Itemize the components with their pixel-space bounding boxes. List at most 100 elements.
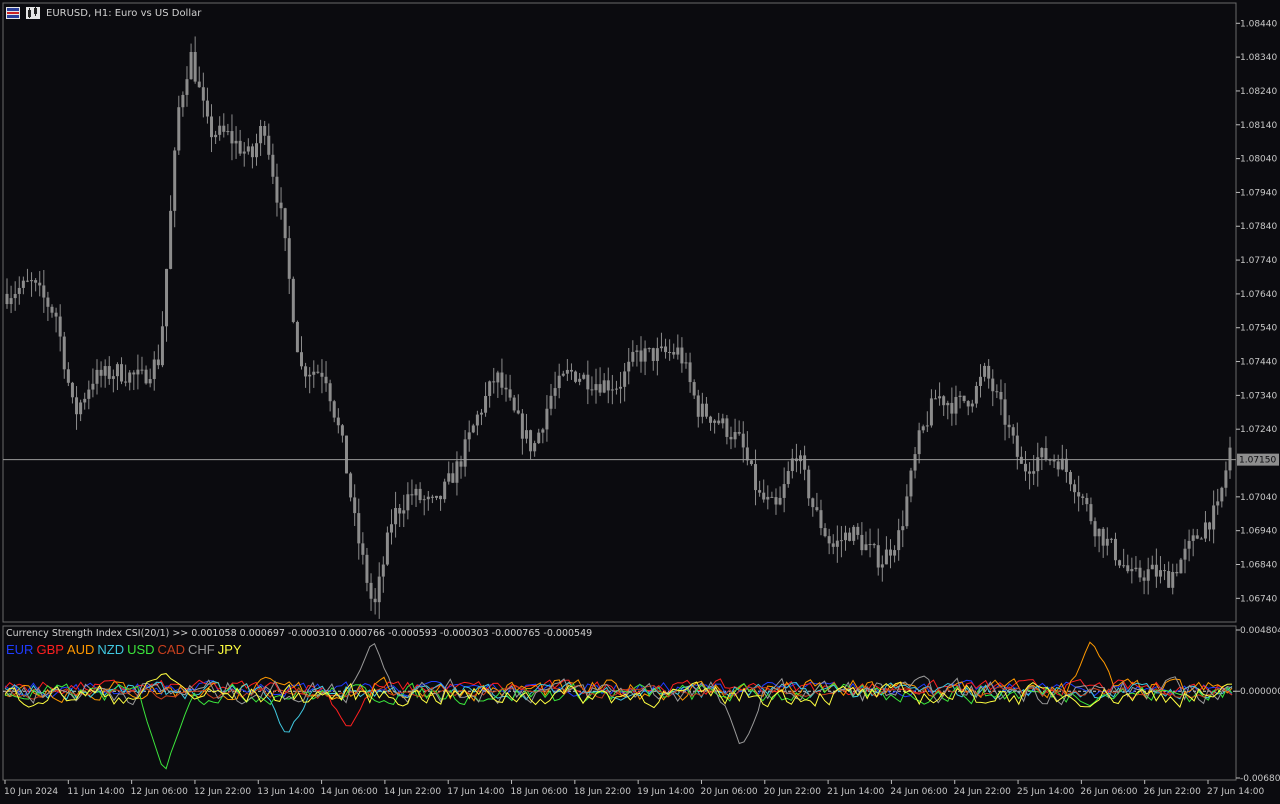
candle-body — [488, 381, 492, 396]
candle-body — [659, 346, 663, 349]
candle-body — [312, 371, 316, 375]
candle-body — [574, 371, 578, 382]
candle-body — [87, 389, 91, 399]
candle-body — [680, 347, 684, 364]
legend-item-chf: CHF — [188, 642, 215, 657]
y-tick-label: 1.07540 — [1240, 324, 1277, 334]
csi-y-tick-label: -0.006805 — [1240, 774, 1280, 784]
candle-body — [136, 369, 140, 375]
y-tick-label: 1.06940 — [1240, 527, 1277, 537]
candle-body — [541, 429, 545, 433]
candle-body — [128, 372, 132, 383]
candle-body — [1097, 528, 1101, 537]
candle-body — [414, 488, 418, 496]
x-tick-label: 18 Jun 06:00 — [511, 787, 568, 797]
candle-body — [754, 464, 758, 491]
candle-body — [152, 359, 156, 380]
candle-body — [1187, 540, 1191, 549]
candle-body — [99, 369, 103, 376]
candle-body — [500, 372, 504, 388]
candle-body — [790, 458, 794, 472]
candle-body — [1142, 577, 1146, 581]
candle-body — [91, 383, 95, 390]
candle-body — [688, 362, 692, 383]
chart-canvas[interactable]: 1.085401.084401.083401.082401.081401.080… — [0, 0, 1280, 800]
candle-body — [835, 540, 839, 547]
candle-body — [340, 425, 344, 436]
candle-body — [1118, 560, 1122, 566]
candle-body — [62, 336, 66, 370]
candle-body — [173, 150, 177, 211]
candle-body — [758, 490, 762, 493]
candle-body — [156, 359, 160, 366]
candle-body — [115, 364, 119, 377]
candle-body — [668, 352, 672, 354]
x-tick-label: 26 Jun 22:00 — [1144, 787, 1201, 797]
candle-body — [46, 297, 50, 307]
candle-body — [66, 369, 70, 383]
candle-body — [991, 378, 995, 392]
candle-body — [308, 374, 312, 377]
candle-body — [868, 544, 872, 546]
candle-body — [398, 508, 402, 514]
candle-body — [1228, 447, 1232, 471]
candle-body — [958, 395, 962, 397]
candle-body — [300, 352, 304, 367]
y-tick-label: 1.08140 — [1240, 121, 1277, 131]
candle-body — [749, 460, 753, 465]
x-tick-label: 20 Jun 22:00 — [764, 787, 821, 797]
candle-body — [197, 81, 201, 88]
candle-body — [844, 532, 848, 541]
chart-window[interactable]: 1.085401.084401.083401.082401.081401.080… — [0, 0, 1280, 800]
candle-body — [250, 146, 254, 158]
candle-body — [925, 425, 929, 427]
candle-body — [1040, 448, 1044, 458]
candle-body — [880, 564, 884, 568]
x-tick-label: 27 Jun 14:00 — [1207, 787, 1264, 797]
candle-body — [582, 374, 586, 379]
y-tick-label: 1.07640 — [1240, 290, 1277, 300]
candle-body — [639, 350, 643, 362]
candle-body — [95, 369, 99, 384]
legend-item-aud: AUD — [66, 642, 95, 657]
candle-body — [75, 397, 79, 415]
candle-body — [160, 326, 164, 366]
candle-body — [479, 412, 483, 415]
x-tick-label: 14 Jun 22:00 — [384, 787, 441, 797]
candle-body — [430, 496, 434, 498]
x-tick-label: 11 Jun 14:00 — [67, 787, 124, 797]
candle-body — [1081, 496, 1085, 498]
candle-body — [177, 107, 181, 151]
candle-body — [762, 492, 766, 500]
y-tick-label: 1.08040 — [1240, 155, 1277, 165]
y-tick-label: 1.07940 — [1240, 188, 1277, 198]
candle-body — [234, 140, 238, 144]
candle-body — [54, 312, 58, 317]
candle-body — [361, 543, 365, 555]
candle-body — [9, 298, 13, 305]
candle-body — [721, 418, 725, 424]
candle-body — [324, 376, 328, 384]
candle-body — [181, 94, 185, 108]
candle-body — [455, 461, 459, 483]
candle-body — [1195, 535, 1199, 539]
candle-body — [132, 372, 136, 375]
candle-body — [807, 469, 811, 499]
candle-body — [418, 488, 422, 501]
candle-body — [475, 414, 479, 426]
candle-body — [643, 348, 647, 362]
flag-icon[interactable] — [6, 7, 20, 19]
candle-body — [291, 278, 295, 322]
y-tick-label: 1.07840 — [1240, 222, 1277, 232]
x-tick-label: 12 Jun 06:00 — [131, 787, 188, 797]
candle-body — [876, 545, 880, 568]
candle-body — [140, 369, 144, 371]
candle-body — [557, 375, 561, 389]
candle-body — [389, 524, 393, 533]
candle-body — [610, 389, 614, 391]
candle-body — [222, 125, 226, 132]
candle-body — [144, 369, 148, 384]
candle-body — [353, 497, 357, 514]
chart-icon[interactable] — [26, 7, 40, 19]
y-tick-label: 1.08440 — [1240, 19, 1277, 29]
